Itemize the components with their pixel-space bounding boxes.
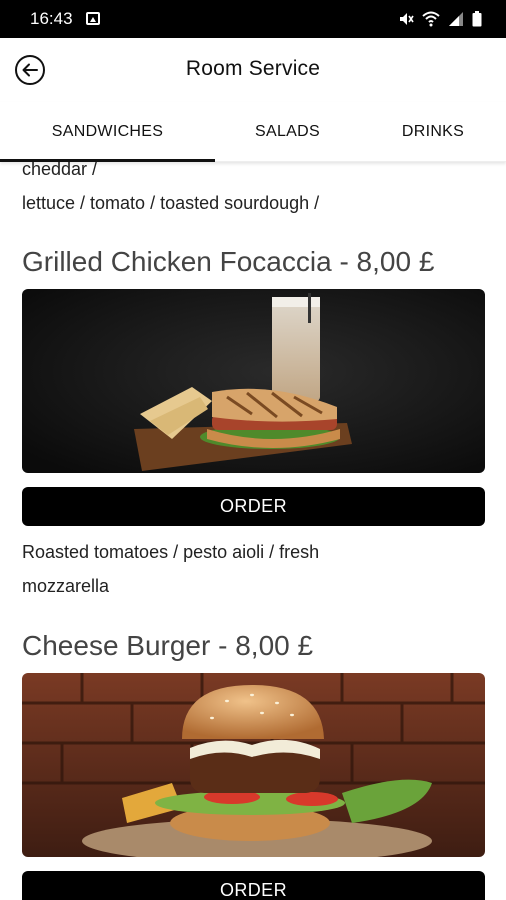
app-bar: Room Service	[0, 38, 506, 102]
item-description-line: lettuce / tomato / toasted sourdough /	[22, 193, 320, 213]
wifi-icon	[422, 11, 440, 27]
status-time: 16:43	[30, 9, 73, 28]
order-button[interactable]: ORDER	[22, 871, 485, 900]
grilled-chicken-focaccia-image	[22, 289, 485, 473]
cheese-burger-image	[22, 673, 485, 857]
item-description-line: Roasted tomatoes / pesto aioli / fresh	[22, 542, 320, 562]
menu-list[interactable]: cheddar / lettuce / tomato / toasted sou…	[0, 162, 506, 900]
item-description-line: cheddar /	[22, 162, 98, 179]
battery-icon	[472, 11, 482, 27]
tab-sandwiches[interactable]: SANDWICHES	[0, 102, 215, 162]
tab-salads[interactable]: SALADS	[215, 102, 360, 162]
gallery-notification-icon	[86, 12, 100, 25]
tab-drinks[interactable]: DRINKS	[360, 102, 506, 162]
page-title: Room Service	[185, 57, 321, 80]
item-title: Grilled Chicken Focaccia - 8,00 £	[22, 246, 435, 277]
status-bar: 16:43	[0, 0, 506, 38]
order-button[interactable]: ORDER	[22, 487, 485, 526]
category-tabs: SANDWICHES SALADS DRINKS	[0, 102, 506, 162]
mute-icon	[400, 13, 414, 25]
item-title: Cheese Burger - 8,00 £	[22, 630, 314, 661]
status-icons	[398, 9, 482, 29]
signal-icon	[449, 12, 463, 26]
active-tab-indicator	[0, 159, 215, 162]
item-description-line: mozzarella	[22, 576, 110, 596]
